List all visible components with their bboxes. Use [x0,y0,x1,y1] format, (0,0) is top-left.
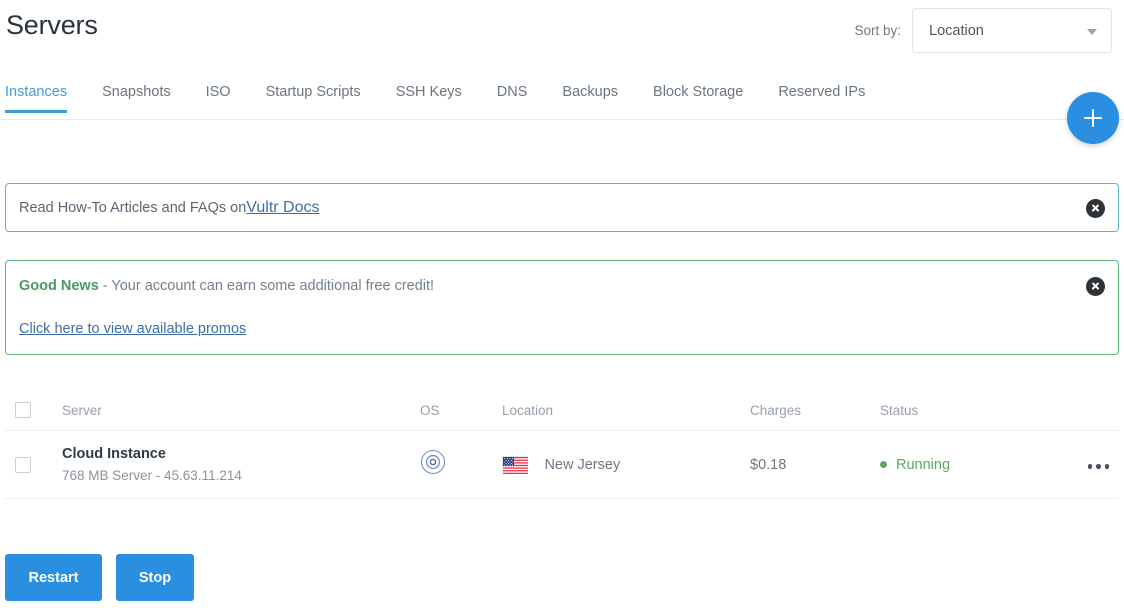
tab-dns[interactable]: DNS [497,84,528,112]
servers-page: Servers Sort by: Location Instances Snap… [0,0,1124,608]
tab-bar: Instances Snapshots ISO Startup Scripts … [0,84,1124,120]
tab-startup-scripts[interactable]: Startup Scripts [266,84,361,112]
us-flag-icon [502,456,527,473]
status-cell: Running [880,457,1045,473]
table-header-row: Server OS Location Charges Status [5,390,1119,431]
restart-button[interactable]: Restart [5,554,102,601]
instances-table: Server OS Location Charges Status Cloud … [5,390,1119,499]
close-icon[interactable] [1086,277,1105,296]
docs-notice-text: Read How-To Articles and FAQs on [19,200,246,216]
stop-button[interactable]: Stop [116,554,194,601]
linux-os-icon [420,462,446,479]
close-icon[interactable] [1086,199,1105,218]
promo-notice-strong: Good News [19,278,99,294]
status-dot-icon [880,461,887,468]
row-select-cell [5,457,62,473]
server-detail: 768 MB Server - 45.63.11.214 [62,468,420,483]
tab-instances[interactable]: Instances [5,84,67,112]
tab-reserved-ips[interactable]: Reserved IPs [778,84,865,112]
view-promos-link[interactable]: Click here to view available promos [19,321,246,337]
sort-by-label: Sort by: [854,23,901,38]
tab-backups[interactable]: Backups [562,84,618,112]
tab-block-storage[interactable]: Block Storage [653,84,743,112]
promo-notice: Good News - Your account can earn some a… [5,260,1119,355]
tab-snapshots[interactable]: Snapshots [102,84,171,112]
select-all-cell [5,402,62,418]
status-badge: Running [880,457,1045,473]
charges-value: $0.18 [750,457,786,473]
server-name-link[interactable]: Cloud Instance [62,446,420,462]
docs-notice: Read How-To Articles and FAQs on Vultr D… [5,183,1119,232]
tab-iso[interactable]: ISO [206,84,231,112]
row-checkbox[interactable] [15,457,31,473]
column-header-os: OS [420,403,502,418]
os-cell [420,449,502,480]
tab-ssh-keys[interactable]: SSH Keys [396,84,462,112]
server-cell: Cloud Instance 768 MB Server - 45.63.11.… [62,446,420,483]
column-header-charges: Charges [750,403,880,418]
bulk-actions: Restart Stop [5,554,194,601]
row-actions-cell [1045,456,1119,474]
status-text: Running [896,457,950,473]
column-header-server: Server [62,403,420,418]
table-row: Cloud Instance 768 MB Server - 45.63.11.… [5,431,1119,499]
chevron-down-icon [1087,29,1097,35]
charges-cell: $0.18 [750,456,880,474]
page-title: Servers [6,10,98,41]
location-name: New Jersey [544,456,620,472]
vultr-docs-link[interactable]: Vultr Docs [246,199,319,217]
location-cell: New Jersey [502,456,750,474]
page-header: Servers Sort by: Location [0,0,1124,78]
promo-notice-text: - Your account can earn some additional … [99,278,434,294]
more-options-icon[interactable] [1088,464,1110,469]
column-header-location: Location [502,403,750,418]
select-all-checkbox[interactable] [15,402,31,418]
sort-by-select[interactable]: Location [912,8,1112,53]
column-header-status: Status [880,403,1045,418]
add-instance-button[interactable] [1067,92,1119,144]
sort-by-control: Sort by: Location [854,8,1112,53]
promo-notice-headline: Good News - Your account can earn some a… [19,278,1105,294]
sort-by-value: Location [929,23,984,39]
